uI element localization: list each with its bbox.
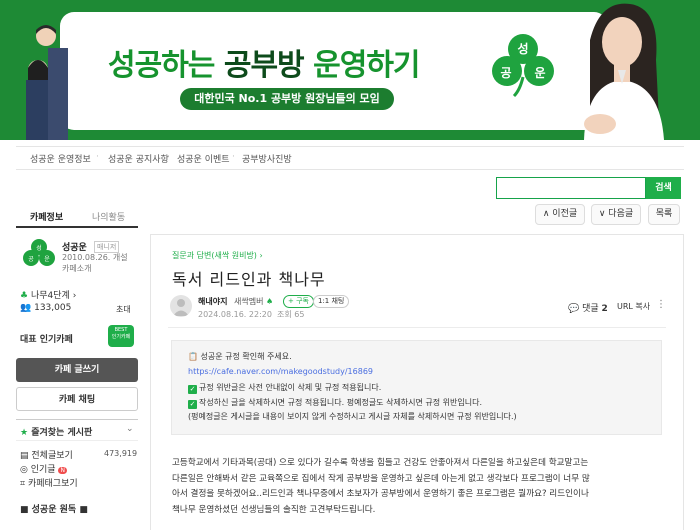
teacher-illustration: [584, 3, 664, 140]
bullet-icon: ■: [79, 505, 88, 515]
member-count[interactable]: 👥 133,005: [20, 303, 71, 313]
post-title: 독서 리드인과 책나무: [172, 270, 326, 289]
list-icon: ▤: [20, 451, 29, 461]
body-line: 다른일은 안해봐서 같은 교육쪽으로 집에서 작게 공부방을 운영하고 싶은데 …: [172, 473, 590, 484]
body-line: 고등학교에서 기타과목(공대) 으로 있다가 길수록 학생을 힘들고 건강도 안…: [172, 458, 589, 468]
nav-separator: ·: [232, 152, 235, 162]
post-date: 2024.08.16. 22:20: [198, 310, 272, 319]
popular-cafe-badge: BEST 인기카페: [108, 325, 134, 347]
nav-item-event[interactable]: 성공운 이벤트: [177, 152, 230, 165]
cafe-level[interactable]: ♣ 나무4단계 ›: [20, 288, 76, 301]
nav-separator: ·: [167, 152, 170, 162]
banner-subtitle: 대한민국 No.1 공부방 원장님들의 모임: [180, 88, 394, 110]
star-icon: ★: [20, 428, 29, 438]
invite-link[interactable]: 초대: [116, 304, 131, 315]
all-posts-link[interactable]: ▤ 전체글보기: [20, 448, 73, 461]
comments-link[interactable]: 💬 댓글 2: [568, 301, 608, 314]
list-button[interactable]: 목록: [648, 204, 680, 225]
notice-line: ✓ 규정 위반글은 사전 안내없이 삭제 및 규정 적용됩니다.: [188, 383, 382, 394]
cafe-banner[interactable]: 성공하는 공부방 운영하기 대한민국 No.1 공부방 원장님들의 모임 성 공…: [0, 0, 700, 140]
clover-char: 운: [534, 65, 545, 80]
write-post-button[interactable]: 카페 글쓰기: [16, 358, 138, 382]
popular-icon: ◎: [20, 465, 28, 475]
user-icon: [173, 299, 189, 316]
logo-char: 공: [28, 256, 34, 263]
sidebar-tabs: 카페정보 나의활동: [16, 206, 138, 228]
nav-separator: ·: [96, 152, 99, 162]
nav-item-notice[interactable]: 성공운 공지사항: [108, 152, 169, 165]
nav-item-operation-info[interactable]: 성공운 운영정보: [30, 152, 91, 165]
clover-char: 공: [500, 66, 511, 80]
banner-title: 성공하는 공부방 운영하기: [108, 48, 421, 83]
rules-notice-box: 📋 성공운 규정 확인해 주세요. https://cafe.naver.com…: [171, 340, 662, 435]
new-badge-icon: N: [58, 467, 67, 474]
more-options-icon[interactable]: ⋮: [656, 299, 666, 310]
popular-posts-link[interactable]: ◎ 인기글 N: [20, 462, 67, 475]
divider: [168, 327, 666, 328]
cafe-chat-button[interactable]: 카페 채팅: [16, 387, 138, 411]
author-name[interactable]: 해내야지: [198, 296, 227, 307]
chevron-down-icon: ⌄: [126, 424, 134, 434]
cafe-intro-link[interactable]: 카페소개: [62, 263, 91, 274]
clover-logo: 성 공 운: [492, 34, 554, 98]
cafe-top-menu: 성공운 운영정보 · 성공운 공지사항 · 성공운 이벤트 · 공부방사진방: [16, 146, 684, 170]
tab-my-activity[interactable]: 나의활동: [92, 210, 125, 223]
tag-icon: ⌗: [20, 479, 26, 489]
tree-icon: ♣: [20, 291, 29, 301]
bullet-icon: ■: [20, 505, 29, 515]
notice-line: (펑예정글은 게시글을 내용이 보이지 않게 수정하시고 게시글 자체를 삭제하…: [188, 412, 517, 421]
one-on-one-chat-button[interactable]: 1:1 채팅: [313, 295, 350, 308]
body-line: 아서 결정을 못하겠어요..리드인과 책나무중에서 초보자가 공부방에서 운영하…: [172, 489, 589, 499]
student-illustration-left: [26, 25, 68, 140]
menu-section-header: ■ 성공운 원독 ■: [20, 505, 88, 515]
cafe-logo: 성 공 운: [23, 239, 55, 266]
clover-char: 성: [517, 42, 528, 56]
url-copy-button[interactable]: URL 복사: [617, 301, 650, 312]
author-grade: 새싹멤버 ♠: [234, 297, 274, 306]
memo-icon: 📋: [188, 352, 198, 361]
tab-cafe-info[interactable]: 카페정보: [30, 210, 63, 223]
nav-item-photo[interactable]: 공부방사진방: [242, 152, 292, 165]
logo-char: 성: [36, 244, 42, 252]
body-line: 책나무 운영하셨던 선생님들의 솔직한 고견부탁드립니다.: [172, 504, 376, 515]
chevron-up-icon: ∧: [542, 209, 553, 219]
chevron-right-icon: ›: [259, 251, 263, 260]
chevron-right-icon: ›: [72, 291, 77, 301]
comment-icon: 💬: [568, 304, 580, 314]
post-meta: 2024.08.16. 22:20 조회 65: [198, 309, 305, 320]
all-posts-count: 473,919: [104, 449, 138, 458]
post-body: 고등학교에서 기타과목(공대) 으로 있다가 길수록 학생을 힘들고 건강도 안…: [172, 456, 662, 518]
author-avatar[interactable]: [170, 295, 192, 317]
search-input[interactable]: [496, 177, 646, 199]
search-button[interactable]: 검색: [646, 177, 681, 199]
sprout-icon: ♠: [266, 297, 274, 306]
cafe-tag-link[interactable]: ⌗ 카페태그보기: [20, 476, 78, 489]
cafe-founded-date: 2010.08.26. 개설: [62, 253, 128, 262]
logo-char: 운: [44, 256, 50, 263]
prev-post-button[interactable]: ∧ 이전글: [535, 204, 585, 225]
members-icon: 👥: [20, 303, 32, 313]
chevron-down-icon: ∨: [598, 209, 609, 219]
post-board-link[interactable]: 질문과 답변(새싹 원비방) ›: [172, 250, 263, 261]
next-post-button[interactable]: ∨ 다음글: [591, 204, 641, 225]
check-icon: ✓: [188, 400, 197, 409]
subscribe-button[interactable]: + 구독: [283, 295, 314, 308]
notice-title: 📋 성공운 규정 확인해 주세요.: [188, 352, 292, 361]
popular-cafe-label: 대표 인기카페: [20, 335, 73, 345]
view-count: 조회 65: [277, 310, 305, 319]
notice-line: ✓ 작성하신 글을 삭제하시면 규정 적용됩니다. 펑예정글도 삭제하시면 규정 …: [188, 398, 483, 409]
notice-link[interactable]: https://cafe.naver.com/makegoodstudy/168…: [188, 367, 373, 376]
check-icon: ✓: [188, 385, 197, 394]
favorite-boards-header[interactable]: ★ 즐겨찾는 게시판 ⌄: [16, 419, 138, 441]
